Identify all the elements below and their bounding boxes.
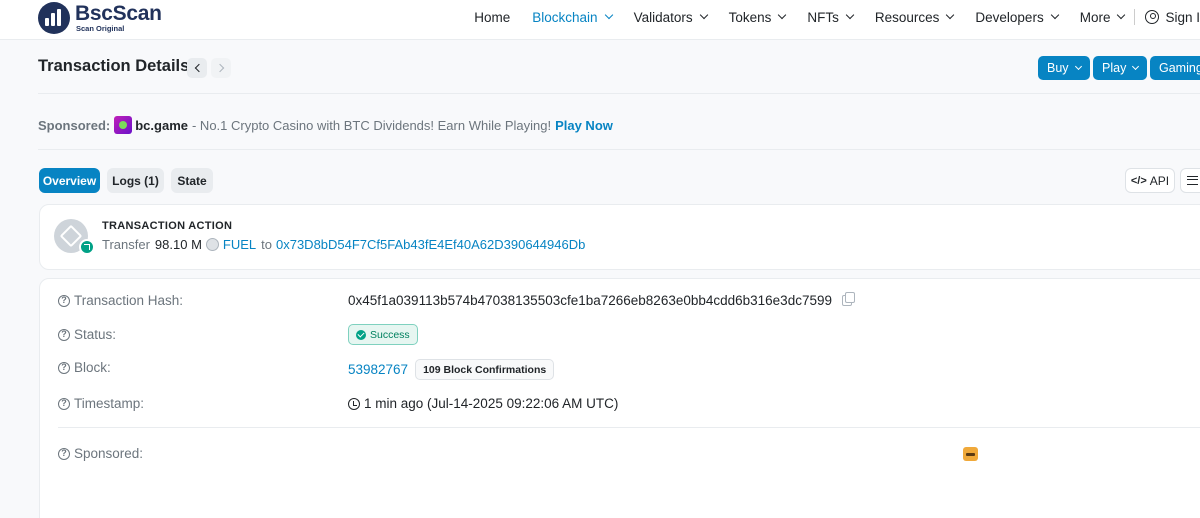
nav-tokens[interactable]: Tokens <box>729 10 787 25</box>
help-icon[interactable]: ? <box>58 294 70 307</box>
sponsor-text: - No.1 Crypto Casino with BTC Dividends!… <box>191 117 552 133</box>
arrow-up-right-icon <box>79 239 95 255</box>
sign-in-link[interactable]: Sign I <box>1145 10 1200 25</box>
transaction-details-card: ? Transaction Hash: 0x45f1a039113b574b470… <box>39 278 1200 518</box>
transaction-hash-value: 0x45f1a039113b574b47038135503cfe1ba7266e… <box>348 292 855 308</box>
block-number-link[interactable]: 53982767 <box>348 362 408 377</box>
chevron-down-icon <box>1117 10 1126 20</box>
chevron-down-icon <box>946 10 955 20</box>
buy-button[interactable]: Buy <box>1038 56 1090 80</box>
timestamp-value: 1 min ago (Jul-14-2025 09:22:06 AM UTC) <box>348 396 618 411</box>
logo-chart-icon <box>38 2 70 34</box>
nav-more[interactable]: More <box>1080 10 1126 25</box>
sponsored-banner: Sponsored: bc.game - No.1 Crypto Casino … <box>38 116 613 134</box>
sponsor-brand[interactable]: bc.game <box>135 118 188 133</box>
header-divider <box>38 93 1200 94</box>
transaction-action-title: TRANSACTION ACTION <box>102 220 233 232</box>
help-icon[interactable]: ? <box>58 361 70 374</box>
block-value: 53982767 109 Block Confirmations <box>348 359 555 380</box>
nav-home[interactable]: Home <box>474 10 510 25</box>
status-value: Success <box>348 324 418 345</box>
chevron-down-icon <box>778 10 787 20</box>
user-icon <box>1145 10 1160 24</box>
timestamp-label: ? Timestamp: <box>58 396 144 411</box>
gaming-button[interactable]: Gaming <box>1150 56 1200 80</box>
nav-resources[interactable]: Resources <box>875 10 955 25</box>
action-verb: Transfer <box>102 237 150 252</box>
sponsored-divider <box>38 149 1200 150</box>
chevron-down-icon <box>1050 10 1059 20</box>
top-navbar: BscScan Scan Original Home Blockchain Va… <box>0 0 1200 40</box>
page-title: Transaction Details <box>38 57 190 75</box>
block-label: ? Block: <box>58 360 111 375</box>
tab-state[interactable]: State <box>171 168 213 193</box>
tab-overview[interactable]: Overview <box>39 168 100 193</box>
transaction-action-card: TRANSACTION ACTION Transfer 98.10 M FUEL… <box>39 204 1200 270</box>
block-confirmations-badge: 109 Block Confirmations <box>415 359 555 380</box>
copy-icon[interactable] <box>841 292 855 306</box>
token-link[interactable]: FUEL <box>223 237 256 252</box>
chevron-down-icon <box>604 10 613 20</box>
chevron-down-icon <box>1132 62 1140 70</box>
transaction-hash-label: ? Transaction Hash: <box>58 293 183 308</box>
view-options-button[interactable] <box>1180 168 1200 193</box>
play-button[interactable]: Play <box>1093 56 1148 80</box>
previous-transaction-button[interactable] <box>187 58 207 78</box>
action-to-word: to <box>261 237 272 252</box>
help-icon[interactable]: ? <box>58 328 70 341</box>
transaction-action-line: Transfer 98.10 M FUEL to 0x73D8bD54F7Cf5… <box>102 237 585 252</box>
status-badge: Success <box>348 324 418 345</box>
api-button[interactable]: </> API <box>1125 168 1175 193</box>
status-label: ? Status: <box>58 327 116 342</box>
nav-nfts[interactable]: NFTs <box>807 10 855 25</box>
recipient-address-link[interactable]: 0x73D8bD54F7Cf5FAb43fE4Ef40A62D390644946… <box>276 237 585 252</box>
next-transaction-button[interactable] <box>211 58 231 78</box>
nav-developers[interactable]: Developers <box>975 10 1059 25</box>
check-circle-icon <box>356 329 366 340</box>
nav-separator <box>1134 9 1136 25</box>
sponsored-label: Sponsored: <box>38 117 111 133</box>
main-nav: Home Blockchain Validators Tokens NFTs R… <box>474 0 1200 34</box>
sponsor-fox-icon[interactable] <box>963 447 978 461</box>
chevron-right-icon <box>215 63 224 73</box>
help-icon[interactable]: ? <box>58 397 70 410</box>
details-divider <box>58 427 1200 428</box>
chevron-down-icon <box>845 10 855 20</box>
tab-logs[interactable]: Logs (1) <box>107 168 164 193</box>
token-icon <box>205 238 219 251</box>
help-icon[interactable]: ? <box>58 447 70 460</box>
chevron-left-icon <box>194 63 203 73</box>
nav-blockchain[interactable]: Blockchain <box>532 10 613 25</box>
list-icon <box>1187 176 1198 185</box>
bc-game-logo-icon <box>114 116 133 134</box>
bscscan-logo[interactable]: BscScan Scan Original <box>38 2 162 34</box>
action-amount: 98.10 M <box>154 237 202 252</box>
title-row: Transaction Details Buy Play Gaming <box>38 56 1200 80</box>
play-now-link[interactable]: Play Now <box>555 118 613 133</box>
nav-validators[interactable]: Validators <box>634 10 708 25</box>
logo-name: BscScan <box>75 2 162 26</box>
chevron-down-icon <box>699 10 708 20</box>
code-icon: </> <box>1130 174 1147 187</box>
chevron-down-icon <box>1074 62 1082 70</box>
logo-tagline: Scan Original <box>76 24 125 34</box>
clock-icon <box>348 397 360 410</box>
details-sponsored-label: ? Sponsored: <box>58 446 143 461</box>
